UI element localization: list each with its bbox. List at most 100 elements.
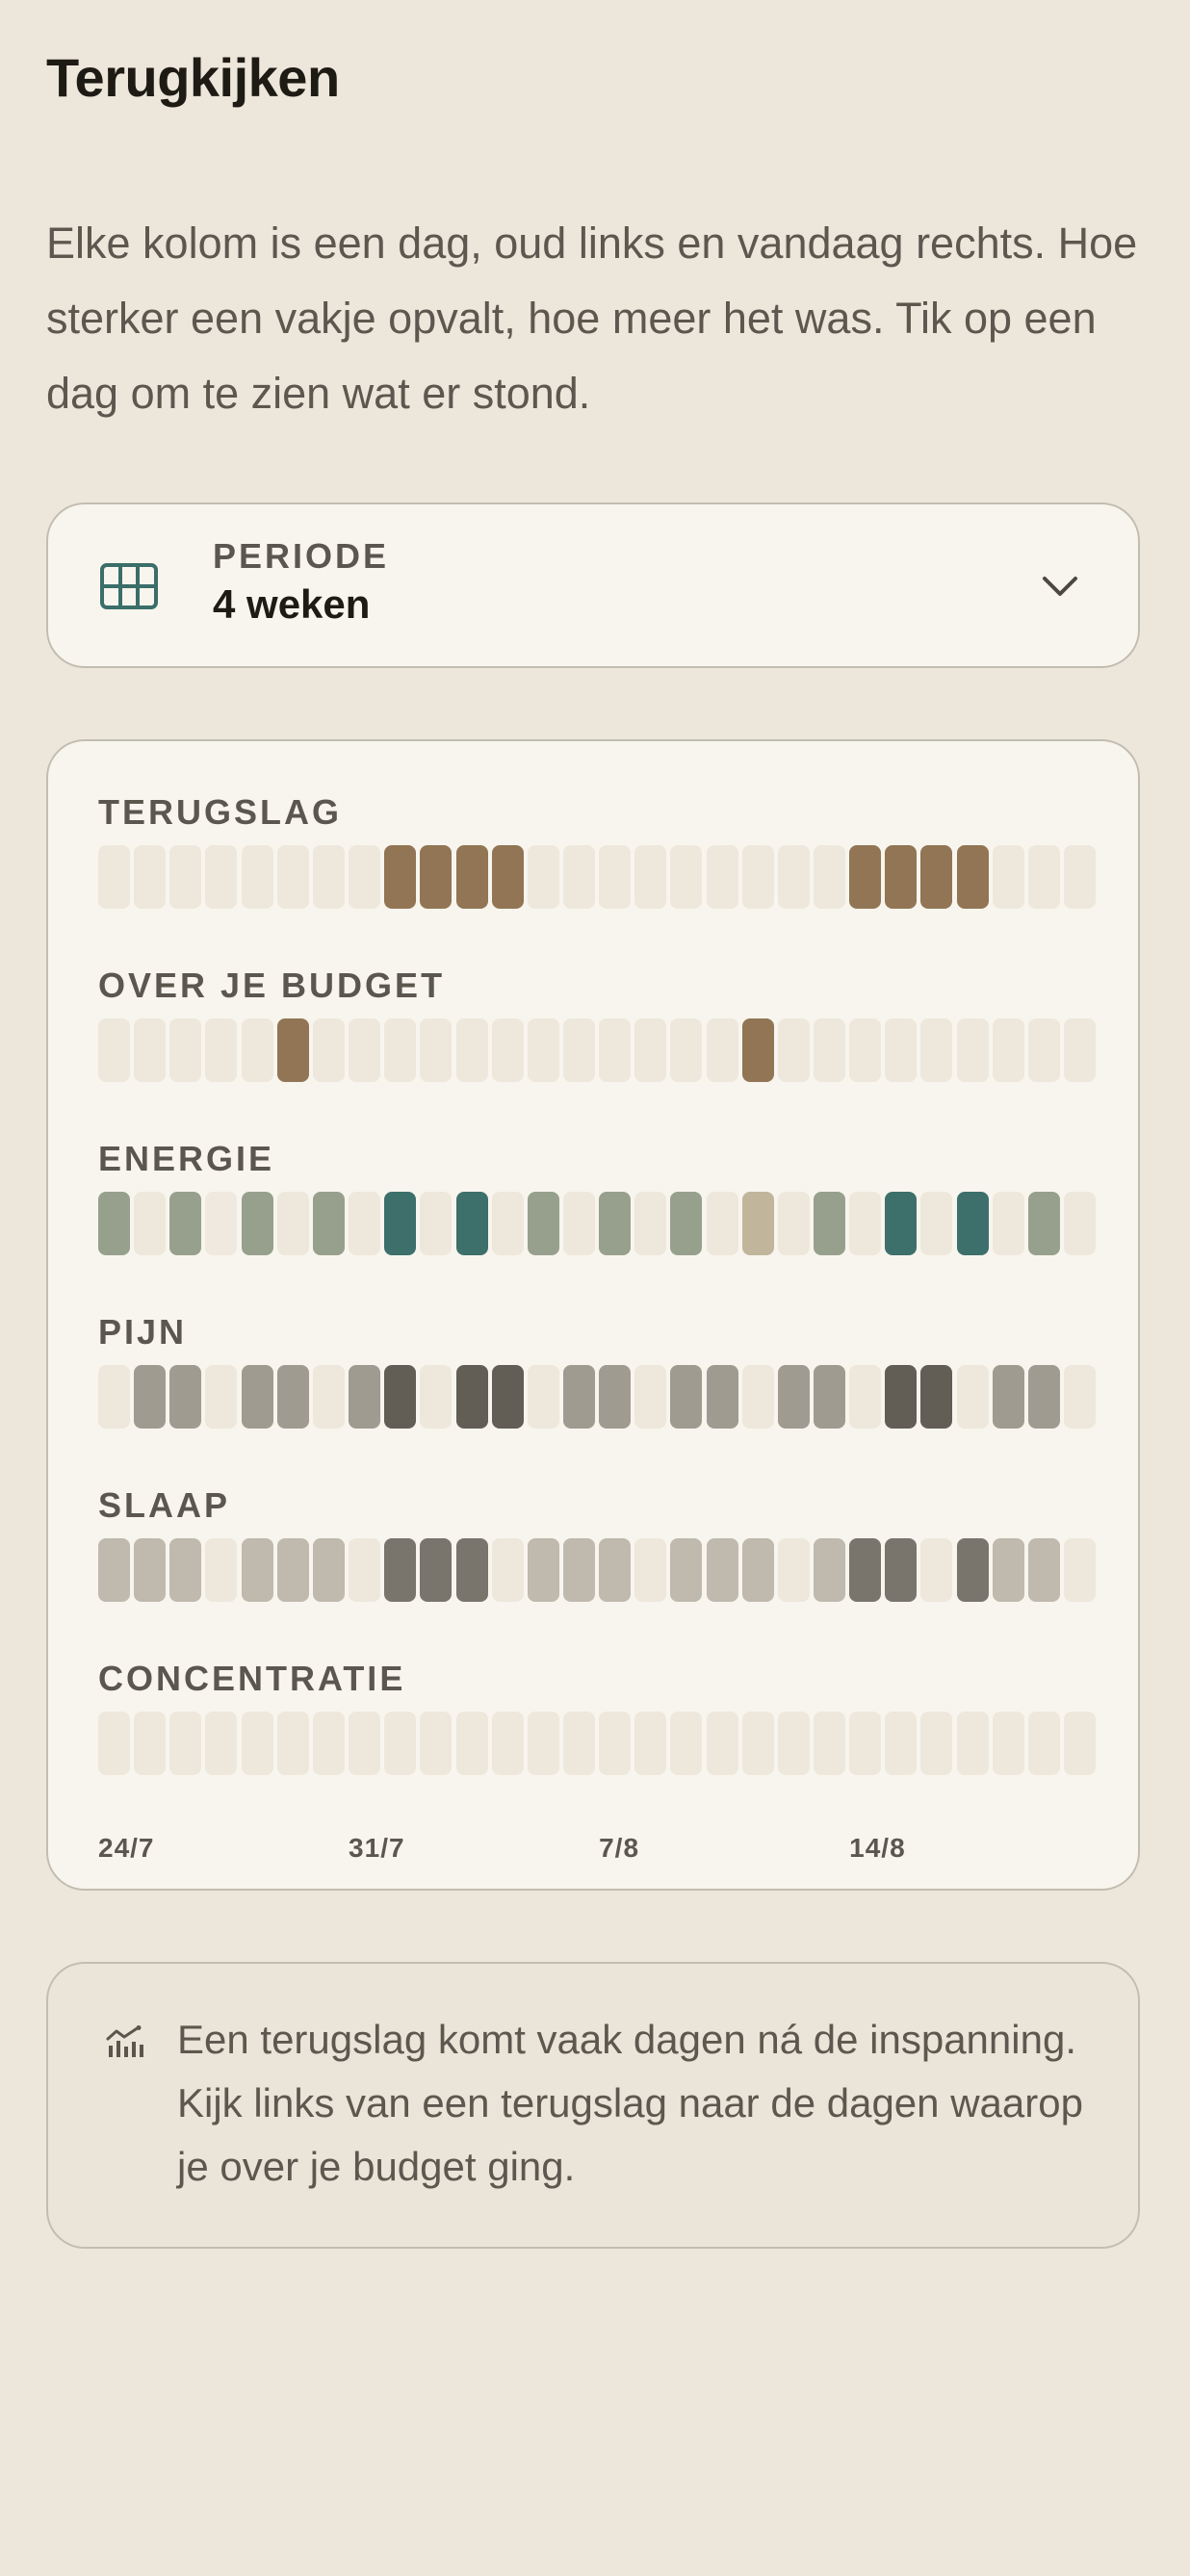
day-cell[interactable] xyxy=(885,1365,918,1429)
day-cell[interactable] xyxy=(1064,1365,1097,1429)
day-cell[interactable] xyxy=(741,1192,774,1255)
day-cell[interactable] xyxy=(349,1538,381,1602)
day-cell[interactable] xyxy=(134,1712,167,1775)
day-cell[interactable] xyxy=(849,1712,882,1775)
day-cell[interactable] xyxy=(491,1712,524,1775)
day-cell[interactable] xyxy=(741,1712,774,1775)
day-cell[interactable] xyxy=(349,1365,381,1429)
day-cell[interactable] xyxy=(670,1365,703,1429)
day-cell[interactable] xyxy=(169,1018,202,1082)
day-cell[interactable] xyxy=(527,1365,559,1429)
day-cell[interactable] xyxy=(527,1018,559,1082)
day-cell[interactable] xyxy=(777,845,810,909)
day-cell[interactable] xyxy=(849,1192,882,1255)
day-cell[interactable] xyxy=(920,1538,953,1602)
day-cell[interactable] xyxy=(276,845,309,909)
day-cell[interactable] xyxy=(885,1018,918,1082)
day-cell[interactable] xyxy=(920,845,953,909)
day-cell[interactable] xyxy=(920,1365,953,1429)
day-cell[interactable] xyxy=(312,1712,345,1775)
day-cell[interactable] xyxy=(599,1018,632,1082)
day-cell[interactable] xyxy=(312,845,345,909)
day-cell[interactable] xyxy=(885,1538,918,1602)
day-cell[interactable] xyxy=(670,1192,703,1255)
day-cell[interactable] xyxy=(241,1192,273,1255)
day-cell[interactable] xyxy=(134,1192,167,1255)
day-cell[interactable] xyxy=(205,1712,238,1775)
day-cell[interactable] xyxy=(849,845,882,909)
day-cell[interactable] xyxy=(276,1712,309,1775)
day-cell[interactable] xyxy=(777,1712,810,1775)
day-cell[interactable] xyxy=(169,1538,202,1602)
day-cell[interactable] xyxy=(741,1018,774,1082)
day-cell[interactable] xyxy=(312,1365,345,1429)
day-cell[interactable] xyxy=(634,1365,667,1429)
day-cell[interactable] xyxy=(670,1712,703,1775)
day-cell[interactable] xyxy=(276,1018,309,1082)
day-cell[interactable] xyxy=(1064,845,1097,909)
day-cell[interactable] xyxy=(562,1018,595,1082)
day-cell[interactable] xyxy=(420,1538,453,1602)
day-cell[interactable] xyxy=(634,845,667,909)
day-cell[interactable] xyxy=(777,1192,810,1255)
day-cell[interactable] xyxy=(169,1712,202,1775)
day-cell[interactable] xyxy=(849,1018,882,1082)
day-cell[interactable] xyxy=(992,1018,1024,1082)
day-cell[interactable] xyxy=(814,1712,845,1775)
day-cell[interactable] xyxy=(814,1018,845,1082)
day-cell[interactable] xyxy=(670,1018,703,1082)
day-cell[interactable] xyxy=(491,845,524,909)
day-cell[interactable] xyxy=(312,1192,345,1255)
day-cell[interactable] xyxy=(670,1538,703,1602)
day-cell[interactable] xyxy=(384,1538,417,1602)
day-cell[interactable] xyxy=(1027,1192,1060,1255)
day-cell[interactable] xyxy=(134,1018,167,1082)
day-cell[interactable] xyxy=(241,1365,273,1429)
day-cell[interactable] xyxy=(134,1365,167,1429)
day-cell[interactable] xyxy=(706,845,738,909)
day-cell[interactable] xyxy=(420,845,453,909)
day-cell[interactable] xyxy=(777,1538,810,1602)
day-cell[interactable] xyxy=(992,1365,1024,1429)
day-cell[interactable] xyxy=(349,1192,381,1255)
day-cell[interactable] xyxy=(814,1192,845,1255)
day-cell[interactable] xyxy=(599,1192,632,1255)
day-cell[interactable] xyxy=(491,1365,524,1429)
day-cell[interactable] xyxy=(527,1712,559,1775)
day-cell[interactable] xyxy=(992,1538,1024,1602)
day-cell[interactable] xyxy=(312,1538,345,1602)
day-cell[interactable] xyxy=(491,1192,524,1255)
day-cell[interactable] xyxy=(706,1365,738,1429)
day-cell[interactable] xyxy=(1027,1538,1060,1602)
day-cell[interactable] xyxy=(599,845,632,909)
day-cell[interactable] xyxy=(491,1538,524,1602)
day-cell[interactable] xyxy=(420,1712,453,1775)
day-cell[interactable] xyxy=(1027,1365,1060,1429)
day-cell[interactable] xyxy=(920,1192,953,1255)
day-cell[interactable] xyxy=(562,1365,595,1429)
day-cell[interactable] xyxy=(741,1538,774,1602)
day-cell[interactable] xyxy=(562,845,595,909)
day-cell[interactable] xyxy=(420,1192,453,1255)
day-cell[interactable] xyxy=(562,1712,595,1775)
day-cell[interactable] xyxy=(706,1538,738,1602)
day-cell[interactable] xyxy=(849,1365,882,1429)
day-cell[interactable] xyxy=(670,845,703,909)
day-cell[interactable] xyxy=(98,1712,130,1775)
day-cell[interactable] xyxy=(276,1192,309,1255)
day-cell[interactable] xyxy=(956,1192,989,1255)
day-cell[interactable] xyxy=(814,1365,845,1429)
day-cell[interactable] xyxy=(885,1712,918,1775)
day-cell[interactable] xyxy=(599,1712,632,1775)
day-cell[interactable] xyxy=(455,1365,488,1429)
day-cell[interactable] xyxy=(562,1192,595,1255)
day-cell[interactable] xyxy=(98,1192,130,1255)
day-cell[interactable] xyxy=(98,1018,130,1082)
day-cell[interactable] xyxy=(491,1018,524,1082)
day-cell[interactable] xyxy=(706,1712,738,1775)
day-cell[interactable] xyxy=(741,845,774,909)
day-cell[interactable] xyxy=(384,1018,417,1082)
day-cell[interactable] xyxy=(992,845,1024,909)
day-cell[interactable] xyxy=(1064,1192,1097,1255)
day-cell[interactable] xyxy=(1027,1712,1060,1775)
